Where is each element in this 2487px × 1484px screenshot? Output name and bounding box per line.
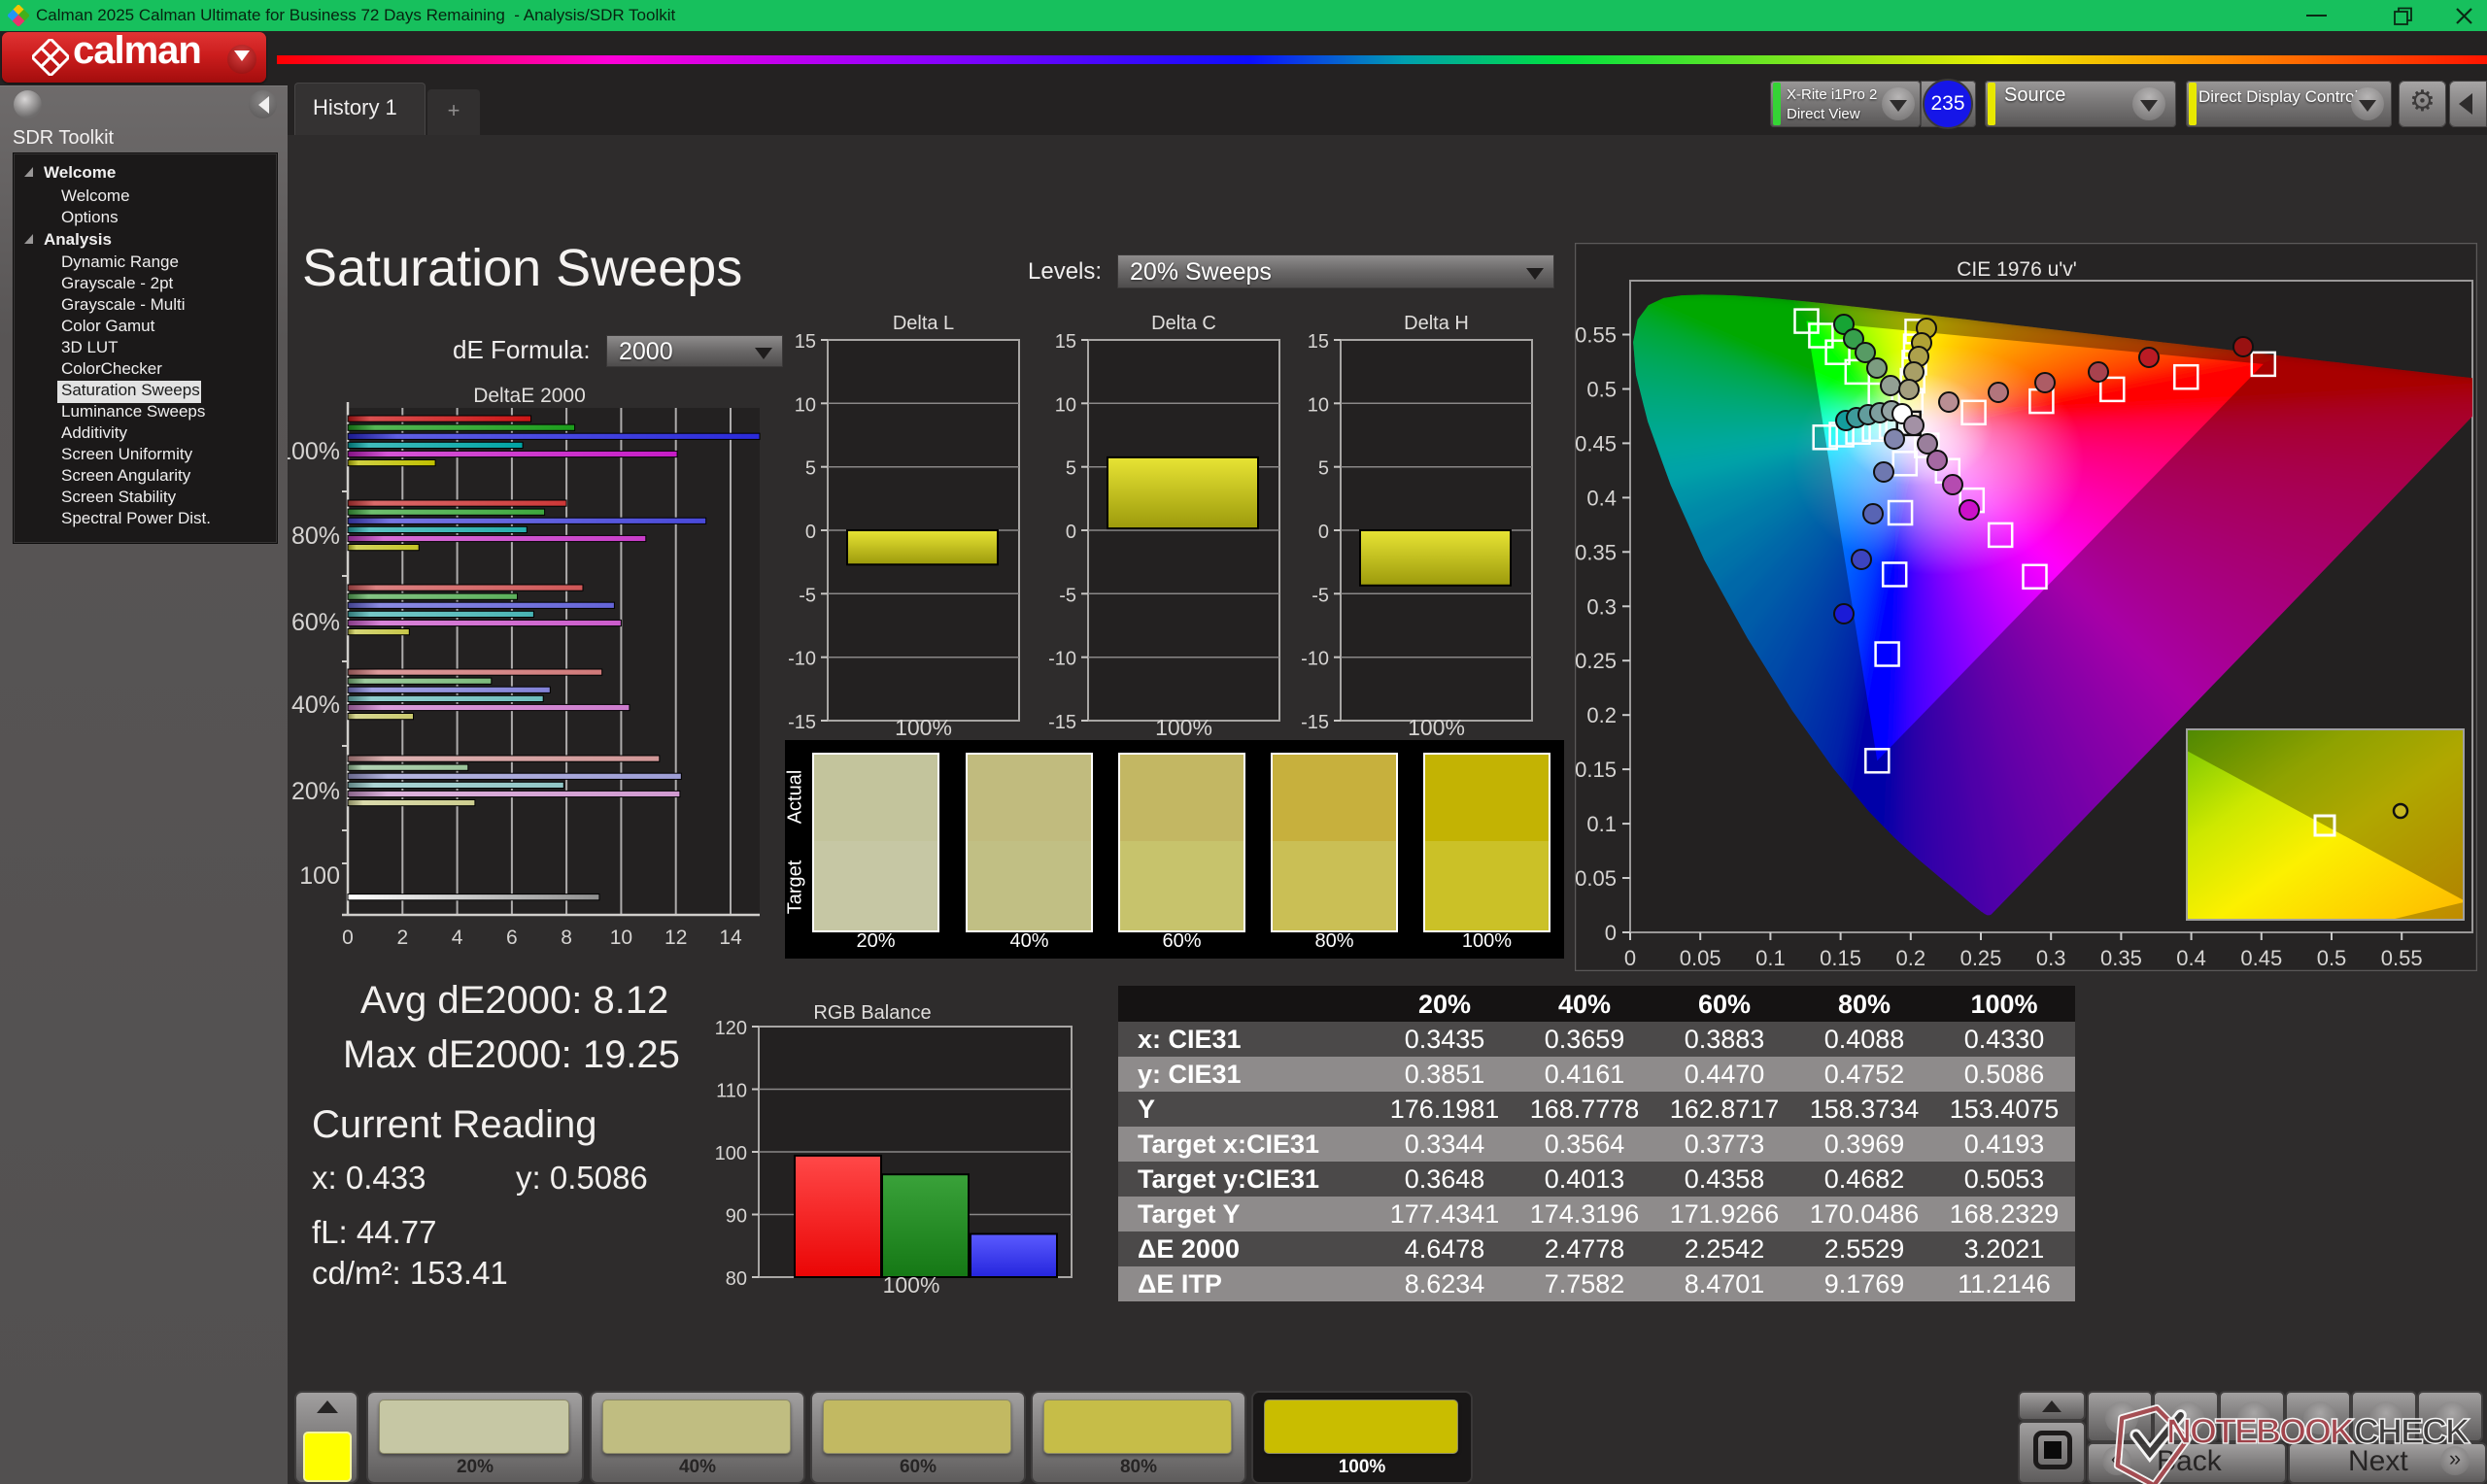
- svg-text:Delta H: Delta H: [1404, 313, 1469, 334]
- svg-text:12: 12: [664, 927, 687, 949]
- svg-text:-15: -15: [1048, 712, 1076, 733]
- svg-text:8: 8: [561, 927, 572, 949]
- svg-text:5: 5: [1066, 458, 1076, 480]
- svg-text:0.5: 0.5: [1586, 378, 1617, 402]
- svg-text:RGB Balance: RGB Balance: [813, 1002, 931, 1024]
- svg-text:-5: -5: [799, 585, 816, 606]
- svg-text:0.55: 0.55: [2381, 946, 2423, 970]
- svg-text:100%: 100%: [288, 438, 340, 465]
- svg-text:0.45: 0.45: [1575, 431, 1617, 455]
- svg-text:Delta L: Delta L: [893, 313, 954, 334]
- svg-text:15: 15: [1308, 331, 1329, 353]
- svg-text:120: 120: [715, 1018, 747, 1039]
- svg-text:20%: 20%: [291, 778, 340, 805]
- svg-text:0.4: 0.4: [1586, 486, 1617, 510]
- svg-text:0.15: 0.15: [1820, 946, 1861, 970]
- svg-text:0.05: 0.05: [1680, 946, 1721, 970]
- svg-text:-5: -5: [1312, 585, 1329, 606]
- svg-text:10: 10: [1308, 394, 1329, 416]
- svg-text:100: 100: [715, 1143, 747, 1164]
- svg-text:5: 5: [1318, 458, 1329, 480]
- svg-text:0.25: 0.25: [1960, 946, 2002, 970]
- svg-text:100%: 100%: [883, 1272, 940, 1298]
- svg-text:100%: 100%: [895, 715, 952, 740]
- svg-text:15: 15: [795, 331, 816, 353]
- svg-text:0.1: 0.1: [1755, 946, 1786, 970]
- svg-text:0.3: 0.3: [2036, 946, 2066, 970]
- svg-text:0.05: 0.05: [1575, 866, 1617, 891]
- svg-text:0.35: 0.35: [1575, 540, 1617, 564]
- svg-text:Delta C: Delta C: [1151, 313, 1216, 334]
- svg-text:100: 100: [299, 862, 340, 890]
- svg-text:80%: 80%: [291, 523, 340, 550]
- svg-text:10: 10: [1055, 394, 1076, 416]
- svg-text:0: 0: [1605, 921, 1617, 945]
- svg-text:90: 90: [726, 1206, 747, 1228]
- svg-text:0.25: 0.25: [1575, 649, 1617, 673]
- svg-text:0: 0: [342, 927, 354, 949]
- svg-text:40%: 40%: [291, 691, 340, 719]
- svg-text:-15: -15: [788, 712, 816, 733]
- svg-text:0.35: 0.35: [2100, 946, 2142, 970]
- svg-text:15: 15: [1055, 331, 1076, 353]
- svg-text:0.55: 0.55: [1575, 323, 1617, 348]
- svg-text:-5: -5: [1059, 585, 1076, 606]
- svg-text:-10: -10: [1301, 649, 1329, 670]
- svg-text:NOTEBOOK: NOTEBOOK: [2166, 1411, 2355, 1451]
- svg-text:-10: -10: [788, 649, 816, 670]
- svg-text:10: 10: [795, 394, 816, 416]
- svg-text:14: 14: [719, 927, 742, 949]
- svg-text:0.15: 0.15: [1575, 758, 1617, 782]
- svg-text:CIE 1976 u'v': CIE 1976 u'v': [1957, 258, 2077, 281]
- svg-text:6: 6: [506, 927, 518, 949]
- svg-text:0.2: 0.2: [1586, 703, 1617, 727]
- svg-text:DeltaE 2000: DeltaE 2000: [473, 385, 586, 407]
- svg-text:0.45: 0.45: [2240, 946, 2282, 970]
- svg-text:4: 4: [452, 927, 463, 949]
- svg-text:0: 0: [1318, 522, 1329, 543]
- svg-text:CHECK: CHECK: [2354, 1411, 2470, 1451]
- svg-text:110: 110: [716, 1081, 747, 1102]
- svg-text:60%: 60%: [291, 609, 340, 636]
- svg-text:0.1: 0.1: [1586, 812, 1617, 836]
- svg-text:5: 5: [805, 458, 816, 480]
- svg-text:0: 0: [805, 522, 816, 543]
- svg-text:-10: -10: [1048, 649, 1076, 670]
- svg-text:100%: 100%: [1155, 715, 1212, 740]
- svg-text:10: 10: [610, 927, 632, 949]
- svg-text:-15: -15: [1301, 712, 1329, 733]
- svg-text:80: 80: [726, 1268, 747, 1290]
- svg-text:100%: 100%: [1408, 715, 1465, 740]
- svg-text:0.2: 0.2: [1896, 946, 1926, 970]
- svg-text:0.4: 0.4: [2176, 946, 2206, 970]
- svg-text:0.5: 0.5: [2317, 946, 2347, 970]
- svg-text:0: 0: [1066, 522, 1076, 543]
- svg-text:0.3: 0.3: [1586, 594, 1617, 619]
- svg-text:0: 0: [1624, 946, 1636, 970]
- svg-text:2: 2: [396, 927, 408, 949]
